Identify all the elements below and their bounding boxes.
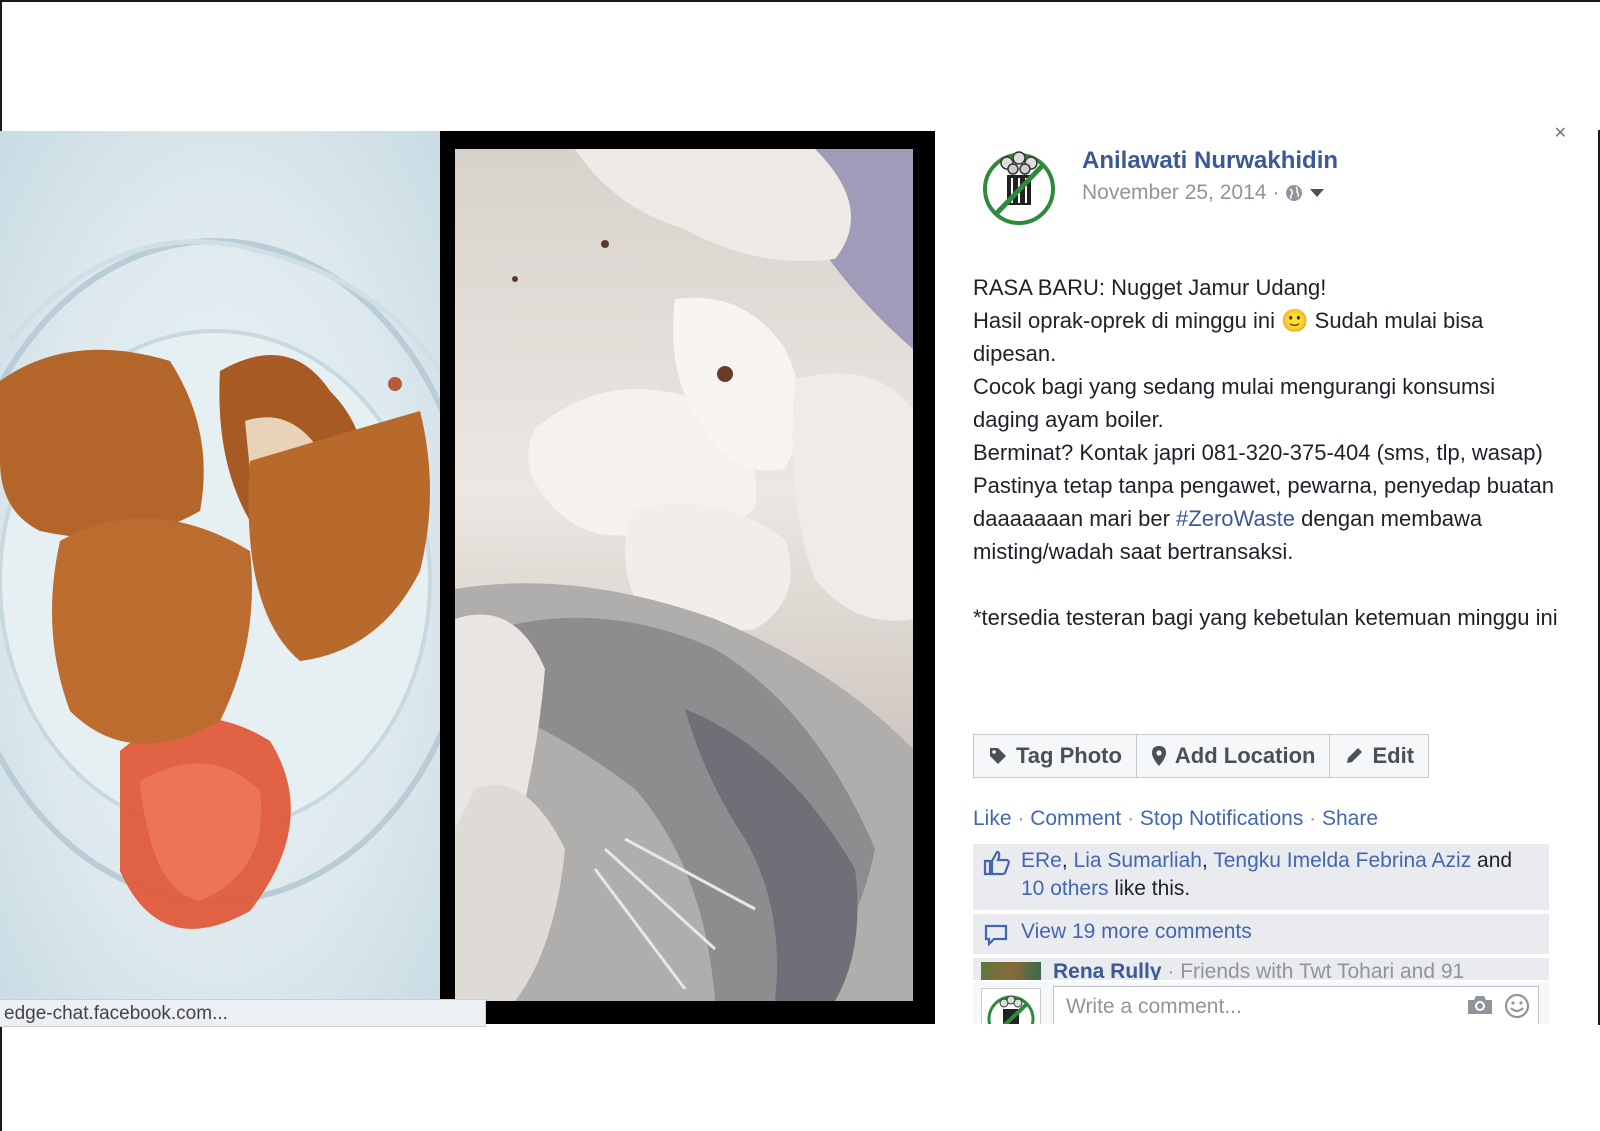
photo-mushroom-shrimp	[455, 149, 913, 1001]
globe-icon[interactable]	[1285, 184, 1303, 202]
share-link[interactable]: Share	[1322, 807, 1378, 830]
action-separator: ·	[1121, 807, 1140, 830]
commenter-meta: · Friends with Twt Tohari and 91	[1161, 960, 1465, 980]
likes-comma: ,	[1061, 849, 1074, 872]
comment-bubble-icon	[984, 924, 1008, 947]
commenter-name[interactable]: Rena Rully	[1053, 960, 1162, 980]
camera-icon[interactable]	[1466, 993, 1494, 1017]
zero-waste-logo-icon	[983, 151, 1055, 225]
edit-label: Edit	[1372, 743, 1415, 768]
hashtag-link[interactable]: #ZeroWaste	[1176, 506, 1295, 531]
photo-nuggets	[0, 131, 440, 1024]
tag-photo-button[interactable]: Tag Photo	[973, 734, 1137, 778]
liker-name[interactable]: Lia Sumarliah	[1074, 849, 1202, 872]
mushroom-shrimp-illustration	[455, 149, 913, 1001]
post-meta: November 25, 2014 ·	[1082, 181, 1325, 205]
status-bar-url: edge-chat.facebook.com...	[0, 999, 486, 1027]
comment-input-icons	[1466, 993, 1530, 1019]
pencil-icon	[1347, 748, 1363, 763]
liker-name[interactable]: Tengku Imelda Febrina Aziz	[1213, 849, 1471, 872]
action-separator: ·	[1303, 807, 1322, 830]
post-line: Hasil oprak-oprek di minggu ini 🙂 Sudah …	[973, 308, 1484, 366]
post-line: *tersedia testeran bagi yang kebetulan k…	[973, 605, 1558, 630]
edit-button[interactable]: Edit	[1330, 734, 1430, 778]
post-line: Pastinya tetap tanpa pengawet, pewarna, …	[973, 469, 1563, 568]
likes-summary: ERe, Lia Sumarliah, Tengku Imelda Febrin…	[973, 844, 1549, 910]
likes-others-link[interactable]: 10 others	[1021, 877, 1109, 900]
meta-separator: ·	[1272, 181, 1280, 204]
avatar[interactable]	[977, 145, 1061, 229]
post-line: Cocok bagi yang sedang mulai mengurangi …	[973, 374, 1496, 432]
action-separator: ·	[1011, 807, 1031, 830]
post-actions: Like · Comment · Stop Notifications · Sh…	[973, 807, 1378, 831]
comment-input-placeholder: Write a comment...	[1066, 995, 1242, 1018]
post-line: RASA BARU: Nugget Jamur Udang!	[973, 275, 1327, 300]
comment-input[interactable]: Write a comment...	[1053, 986, 1539, 1024]
likes-suffix: like this.	[1108, 877, 1191, 900]
thumbs-up-icon	[983, 850, 1010, 876]
post-date[interactable]: November 25, 2014	[1082, 181, 1266, 205]
nuggets-illustration	[0, 238, 440, 929]
stop-notifications-link[interactable]: Stop Notifications	[1140, 807, 1303, 830]
like-link[interactable]: Like	[973, 807, 1012, 830]
post-line: Berminat? Kontak japri 081-320-375-404 (…	[973, 440, 1543, 465]
view-more-comments[interactable]: View 19 more comments	[973, 914, 1549, 954]
author-name[interactable]: Anilawati Nurwakhidin	[1082, 147, 1338, 175]
close-icon[interactable]: ✕	[1554, 123, 1567, 143]
photo-action-buttons: Tag Photo Add Location Edit	[973, 734, 1430, 778]
my-avatar	[981, 988, 1041, 1024]
smiley-icon[interactable]	[1504, 993, 1530, 1019]
likes-and: and	[1471, 849, 1513, 872]
likes-comma: ,	[1201, 849, 1214, 872]
post-sidebar: ✕ Anilawati Nurwakhidin November 25, 201…	[935, 125, 1595, 1024]
comment-preview: Rena Rully · Friends with Twt Tohari and…	[973, 958, 1549, 980]
zero-waste-logo-icon	[987, 995, 1035, 1024]
frame-top	[0, 0, 1600, 2]
add-location-label: Add Location	[1174, 743, 1316, 768]
view-more-comments-label: View 19 more comments	[1021, 920, 1252, 943]
photo-viewer[interactable]	[0, 131, 935, 1024]
liker-name[interactable]: ERe	[1021, 849, 1062, 872]
tag-icon	[990, 748, 1006, 764]
comment-preview-text: Rena Rully · Friends with Twt Tohari and…	[1053, 960, 1464, 980]
commenter-avatar[interactable]	[981, 962, 1041, 980]
comment-link[interactable]: Comment	[1030, 807, 1121, 830]
tag-photo-label: Tag Photo	[1016, 743, 1122, 768]
post-text: RASA BARU: Nugget Jamur Udang! Hasil opr…	[973, 271, 1563, 634]
chevron-down-icon[interactable]	[1309, 187, 1325, 199]
write-comment-row: Write a comment...	[973, 982, 1549, 1024]
add-location-button[interactable]: Add Location	[1136, 734, 1331, 778]
location-pin-icon	[1151, 746, 1166, 766]
